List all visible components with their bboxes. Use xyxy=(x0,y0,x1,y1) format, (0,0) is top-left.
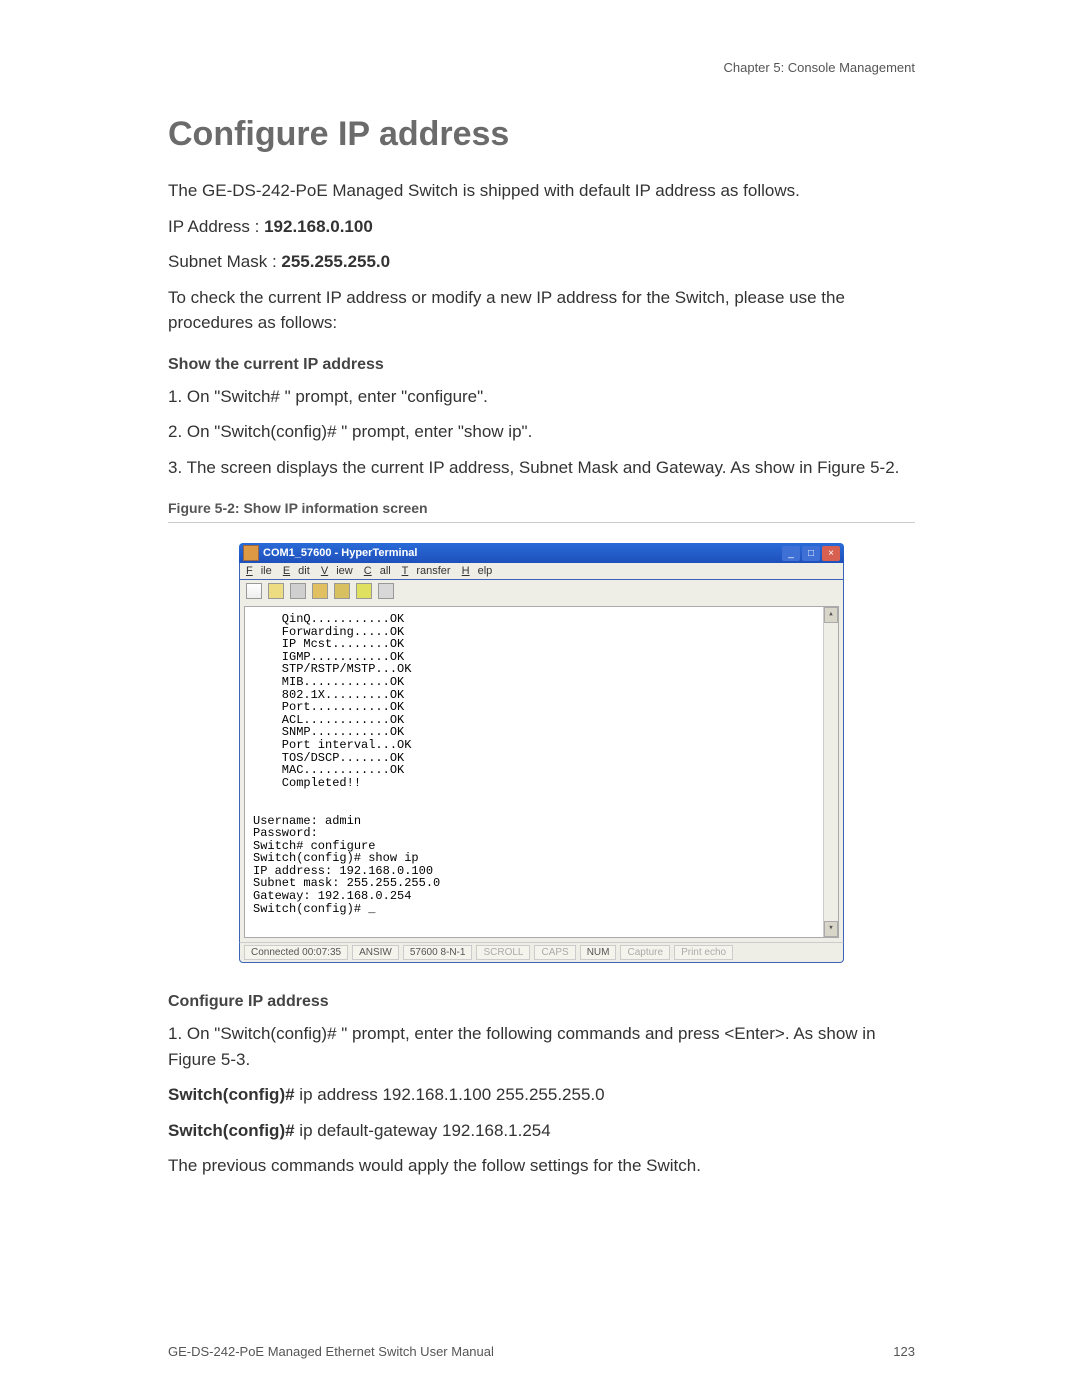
new-icon[interactable] xyxy=(246,583,262,599)
subnet-mask-line: Subnet Mask : 255.255.255.0 xyxy=(168,249,915,275)
step-3: 3. The screen displays the current IP ad… xyxy=(168,455,915,481)
disconnect-icon[interactable] xyxy=(312,583,328,599)
cmd2-rest: ip default-gateway 192.168.1.254 xyxy=(295,1121,551,1140)
receive-icon[interactable] xyxy=(356,583,372,599)
scrollbar[interactable]: ▴▾ xyxy=(823,607,838,937)
command-1: Switch(config)# ip address 192.168.1.100… xyxy=(168,1082,915,1108)
mask-value: 255.255.255.0 xyxy=(281,252,390,271)
footer-page-number: 123 xyxy=(893,1344,915,1359)
status-bar: Connected 00:07:35 ANSIW 57600 8-N-1 SCR… xyxy=(239,942,844,963)
footer-left: GE-DS-242-PoE Managed Ethernet Switch Us… xyxy=(168,1344,494,1359)
close-icon[interactable]: × xyxy=(822,546,840,561)
app-icon xyxy=(243,545,259,561)
menu-bar: File Edit View Call Transfer Help xyxy=(239,563,844,580)
page-title: Configure IP address xyxy=(168,115,915,154)
menu-view[interactable]: View xyxy=(321,565,353,577)
properties-icon[interactable] xyxy=(378,583,394,599)
menu-call[interactable]: Call xyxy=(364,565,391,577)
send-icon[interactable] xyxy=(334,583,350,599)
configure-ip-heading: Configure IP address xyxy=(168,993,915,1011)
status-capture: Capture xyxy=(620,945,670,960)
step-2: 2. On "Switch(config)# " prompt, enter "… xyxy=(168,419,915,445)
ip-value: 192.168.0.100 xyxy=(264,217,373,236)
status-caps: CAPS xyxy=(534,945,575,960)
scroll-up-icon[interactable]: ▴ xyxy=(824,607,838,623)
menu-edit[interactable]: Edit xyxy=(283,565,310,577)
command-2: Switch(config)# ip default-gateway 192.1… xyxy=(168,1118,915,1144)
menu-help[interactable]: Help xyxy=(462,565,493,577)
figure-caption: Figure 5-2: Show IP information screen xyxy=(168,500,915,523)
status-connected: Connected 00:07:35 xyxy=(244,945,348,960)
console-text: QinQ...........OK Forwarding.....OK IP M… xyxy=(253,612,440,916)
show-ip-heading: Show the current IP address xyxy=(168,356,915,374)
status-term: ANSIW xyxy=(352,945,399,960)
intro-text: The GE-DS-242-PoE Managed Switch is ship… xyxy=(168,178,915,204)
toolbar xyxy=(239,580,844,602)
open-icon[interactable] xyxy=(268,583,284,599)
cmd1-prefix: Switch(config)# xyxy=(168,1085,295,1104)
outro-text: The previous commands would apply the fo… xyxy=(168,1153,915,1179)
chapter-label: Chapter 5: Console Management xyxy=(168,60,915,75)
cmd2-prefix: Switch(config)# xyxy=(168,1121,295,1140)
check-paragraph: To check the current IP address or modif… xyxy=(168,285,915,336)
config-step-1: 1. On "Switch(config)# " prompt, enter t… xyxy=(168,1021,915,1072)
hyperterminal-window: COM1_57600 - HyperTerminal _ □ × File Ed… xyxy=(239,543,844,963)
menu-transfer[interactable]: Transfer xyxy=(402,565,451,577)
status-baud: 57600 8-N-1 xyxy=(403,945,473,960)
console-output[interactable]: QinQ...........OK Forwarding.....OK IP M… xyxy=(244,606,839,938)
step-1: 1. On "Switch# " prompt, enter "configur… xyxy=(168,384,915,410)
status-num: NUM xyxy=(580,945,617,960)
status-echo: Print echo xyxy=(674,945,733,960)
scroll-down-icon[interactable]: ▾ xyxy=(824,921,838,937)
menu-file[interactable]: File xyxy=(246,565,272,577)
connect-icon[interactable] xyxy=(290,583,306,599)
cmd1-rest: ip address 192.168.1.100 255.255.255.0 xyxy=(295,1085,605,1104)
window-title: COM1_57600 - HyperTerminal xyxy=(263,547,782,559)
ip-address-line: IP Address : 192.168.0.100 xyxy=(168,214,915,240)
ip-label: IP Address : xyxy=(168,217,264,236)
status-scroll: SCROLL xyxy=(476,945,530,960)
mask-label: Subnet Mask : xyxy=(168,252,281,271)
maximize-icon[interactable]: □ xyxy=(802,546,820,561)
window-titlebar[interactable]: COM1_57600 - HyperTerminal _ □ × xyxy=(239,543,844,563)
minimize-icon[interactable]: _ xyxy=(782,546,800,561)
